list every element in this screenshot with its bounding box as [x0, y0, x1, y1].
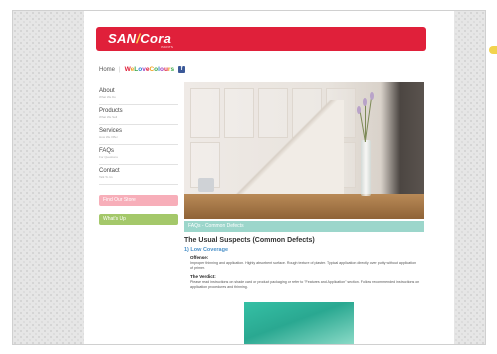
- facebook-icon[interactable]: f: [178, 66, 186, 73]
- content-heading: The Usual Suspects (Common Defects): [184, 237, 315, 244]
- sidebar-item-about[interactable]: About What We Do: [99, 85, 178, 105]
- page-container: SAN/Cora PAINTS Home | WeLoveColours f A…: [84, 11, 454, 344]
- browser-frame: SAN/Cora PAINTS Home | WeLoveColours f A…: [12, 10, 486, 345]
- wall-panel: [190, 88, 220, 138]
- logo-subtext: PAINTS: [161, 45, 174, 49]
- hero-image: [184, 82, 424, 219]
- sancora-logo[interactable]: SAN/Cora PAINTS: [108, 31, 174, 49]
- offense-text: Improper thinning and application. Highl…: [190, 261, 417, 270]
- sidebar-item-sublabel: What We Sell: [99, 115, 118, 119]
- sidebar-item-sublabel: Talk To Us: [99, 175, 113, 179]
- verdict-block: The Verdict: Please read instructions on…: [190, 274, 420, 290]
- sidebar-nav: About What We Do Products What We Sell S…: [99, 85, 178, 225]
- handbag-shape: [198, 178, 214, 192]
- sidebar-item-label: Products: [99, 108, 123, 114]
- sidebar-item-label: Services: [99, 128, 123, 134]
- sidebar-item-label: FAQs: [99, 148, 115, 154]
- sidebar-item-sublabel: What We Do: [99, 95, 116, 99]
- sidebar-item-label: Contact: [99, 168, 120, 174]
- section-title-bar: FAQs - Common Defects: [184, 221, 424, 232]
- welovecolours-link[interactable]: WeLoveColours: [125, 66, 175, 73]
- verdict-text: Please read instructions on shade card o…: [190, 280, 420, 289]
- wooden-floor: [184, 194, 424, 219]
- flower-bloom: [370, 92, 374, 100]
- sidebar-item-contact[interactable]: Contact Talk To Us: [99, 165, 178, 185]
- sidebar-item-sublabel: For Questions: [99, 155, 118, 159]
- breadcrumb-separator: |: [119, 66, 121, 73]
- staircase-shape: [224, 100, 344, 195]
- breadcrumb: Home | WeLoveColours f: [99, 66, 186, 73]
- flower-bloom: [357, 106, 361, 114]
- flower-bloom: [363, 98, 367, 106]
- offense-block: Offense: Improper thinning and applicati…: [190, 255, 420, 271]
- sidebar-item-sublabel: How We Offer: [99, 135, 118, 139]
- defect-item-title[interactable]: 1) Low Coverage: [184, 247, 228, 253]
- sidebar-item-services[interactable]: Services How We Offer: [99, 125, 178, 145]
- site-header: SAN/Cora PAINTS: [96, 27, 426, 51]
- sidebar-item-label: About: [99, 88, 115, 94]
- edge-icon: [489, 46, 497, 54]
- find-our-store-button[interactable]: Find Our Store: [99, 195, 178, 206]
- whats-up-button[interactable]: What's Up: [99, 214, 178, 225]
- sidebar-item-products[interactable]: Products What We Sell: [99, 105, 178, 125]
- welove-letter: s: [170, 66, 175, 73]
- logo-text-main: SAN: [108, 31, 137, 46]
- logo-text-tail: Cora: [140, 31, 172, 46]
- sidebar-item-faqs[interactable]: FAQs For Questions: [99, 145, 178, 165]
- glass-vase: [361, 140, 371, 196]
- defect-sample-image: [244, 302, 354, 344]
- breadcrumb-home-link[interactable]: Home: [99, 67, 115, 73]
